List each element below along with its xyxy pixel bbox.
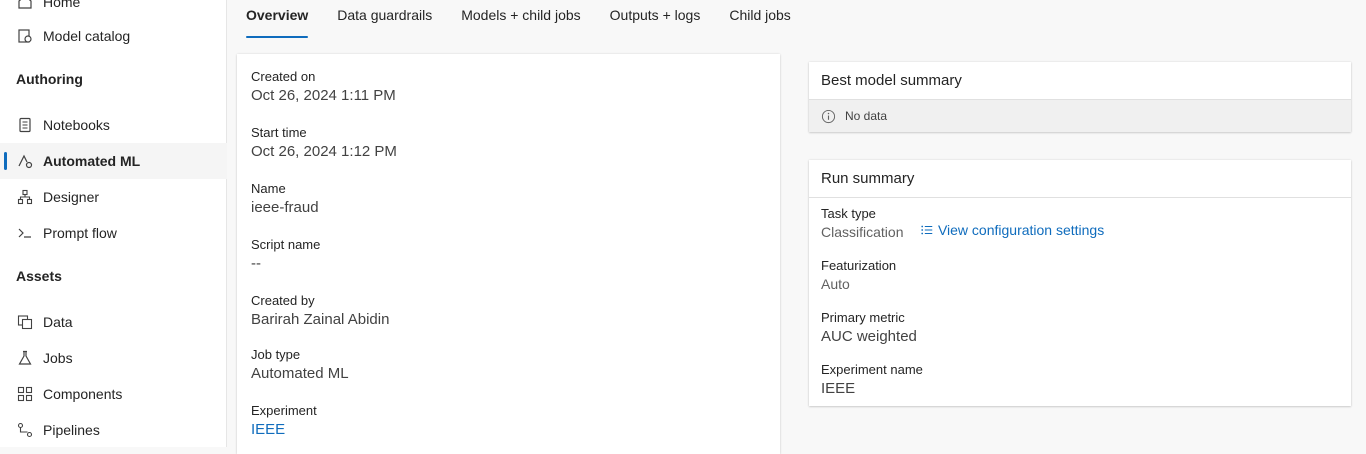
tab-data-guardrails[interactable]: Data guardrails <box>337 0 432 38</box>
prop-experiment: Experiment IEEE <box>251 403 317 438</box>
list-settings-icon <box>920 223 934 237</box>
card-title: Best model summary <box>809 62 1351 100</box>
designer-icon <box>16 188 34 206</box>
config-link-label: View configuration settings <box>937 222 1105 238</box>
experiment-link[interactable]: IEEE <box>251 421 317 438</box>
tab-models-child-jobs[interactable]: Models + child jobs <box>461 0 580 38</box>
sidebar-item-label: Home <box>43 0 81 10</box>
sidebar: Home Model catalog Authoring Notebooks A… <box>0 0 227 447</box>
prop-label: Name <box>251 181 286 196</box>
prop-value: AUC weighted <box>821 328 917 345</box>
sidebar-item-jobs[interactable]: Jobs <box>0 340 227 376</box>
prop-value: Oct 26, 2024 1:11 PM <box>251 87 396 104</box>
automated-ml-icon <box>16 152 34 170</box>
jobs-icon <box>16 349 34 367</box>
sidebar-item-label: Data <box>43 314 73 330</box>
prop-value: IEEE <box>821 380 856 397</box>
prop-value: Classification <box>821 224 904 240</box>
prop-label: Experiment name <box>821 362 923 377</box>
tab-overview[interactable]: Overview <box>246 0 309 38</box>
prop-value: Automated ML <box>251 365 349 382</box>
sidebar-item-automated-ml[interactable]: Automated ML <box>0 143 227 179</box>
tab-bar: Overview Data guardrails Models + child … <box>246 0 820 40</box>
no-data-text: No data <box>845 109 888 123</box>
section-assets: Assets <box>16 268 62 284</box>
prop-label: Primary metric <box>821 310 905 325</box>
prop-value: Oct 26, 2024 1:12 PM <box>251 143 397 160</box>
prop-name: Name ieee-fraud <box>251 181 319 216</box>
prompt-flow-icon <box>16 224 34 242</box>
home-icon <box>16 0 34 11</box>
sidebar-item-label: Notebooks <box>43 117 110 133</box>
prop-label: Created by <box>251 293 315 308</box>
card-title: Run summary <box>809 160 1351 198</box>
no-data-message: No data <box>809 100 1351 132</box>
sidebar-item-label: Jobs <box>43 350 73 366</box>
pipelines-icon <box>16 421 34 439</box>
data-icon <box>16 313 34 331</box>
prop-label: Start time <box>251 125 307 140</box>
prop-label: Featurization <box>821 258 897 273</box>
run-summary-card: Run summary Task type Classification Vie… <box>809 160 1351 406</box>
notebook-icon <box>16 116 34 134</box>
view-configuration-settings-link[interactable]: View configuration settings <box>920 222 1104 238</box>
sidebar-item-label: Automated ML <box>43 153 141 169</box>
info-icon <box>821 109 836 124</box>
properties-card: Created on Oct 26, 2024 1:11 PM Start ti… <box>237 54 780 454</box>
sidebar-item-prompt-flow[interactable]: Prompt flow <box>0 215 227 251</box>
sidebar-item-components[interactable]: Components <box>0 376 227 412</box>
prop-featurization: Featurization Auto <box>821 258 896 294</box>
prop-label: Job type <box>251 347 301 362</box>
prop-label: Experiment <box>251 403 317 418</box>
prop-created-on: Created on Oct 26, 2024 1:11 PM <box>251 69 396 104</box>
prop-value: Auto <box>821 276 850 292</box>
sidebar-item-model-catalog[interactable]: Model catalog <box>0 18 227 54</box>
prop-job-type: Job type Automated ML <box>251 347 349 382</box>
prop-label: Created on <box>251 69 316 84</box>
prop-created-by: Created by Barirah Zainal Abidin <box>251 293 389 328</box>
components-icon <box>16 385 34 403</box>
model-catalog-icon <box>16 27 34 45</box>
best-model-summary-card: Best model summary No data <box>809 62 1351 132</box>
prop-task-type: Task type Classification View configurat… <box>821 206 1104 242</box>
prop-value: ieee-fraud <box>251 199 319 216</box>
prop-value: -- <box>251 255 261 272</box>
sidebar-item-pipelines[interactable]: Pipelines <box>0 412 227 448</box>
sidebar-item-data[interactable]: Data <box>0 304 227 340</box>
sidebar-item-designer[interactable]: Designer <box>0 179 227 215</box>
sidebar-item-notebooks[interactable]: Notebooks <box>0 107 227 143</box>
section-authoring: Authoring <box>16 71 83 87</box>
prop-primary-metric: Primary metric AUC weighted <box>821 310 917 346</box>
sidebar-item-home[interactable]: Home <box>0 0 227 20</box>
sidebar-item-label: Model catalog <box>43 28 131 44</box>
tab-outputs-logs[interactable]: Outputs + logs <box>610 0 701 38</box>
prop-start-time: Start time Oct 26, 2024 1:12 PM <box>251 125 397 160</box>
sidebar-item-label: Designer <box>43 189 100 205</box>
prop-label: Script name <box>251 237 321 252</box>
sidebar-item-label: Components <box>43 386 123 402</box>
sidebar-item-label: Prompt flow <box>43 225 117 241</box>
prop-label: Task type <box>821 206 876 221</box>
prop-script-name: Script name -- <box>251 237 320 272</box>
sidebar-item-label: Pipelines <box>43 422 100 438</box>
tab-child-jobs[interactable]: Child jobs <box>729 0 790 38</box>
prop-experiment-name: Experiment name IEEE <box>821 362 923 398</box>
prop-value: Barirah Zainal Abidin <box>251 311 390 328</box>
